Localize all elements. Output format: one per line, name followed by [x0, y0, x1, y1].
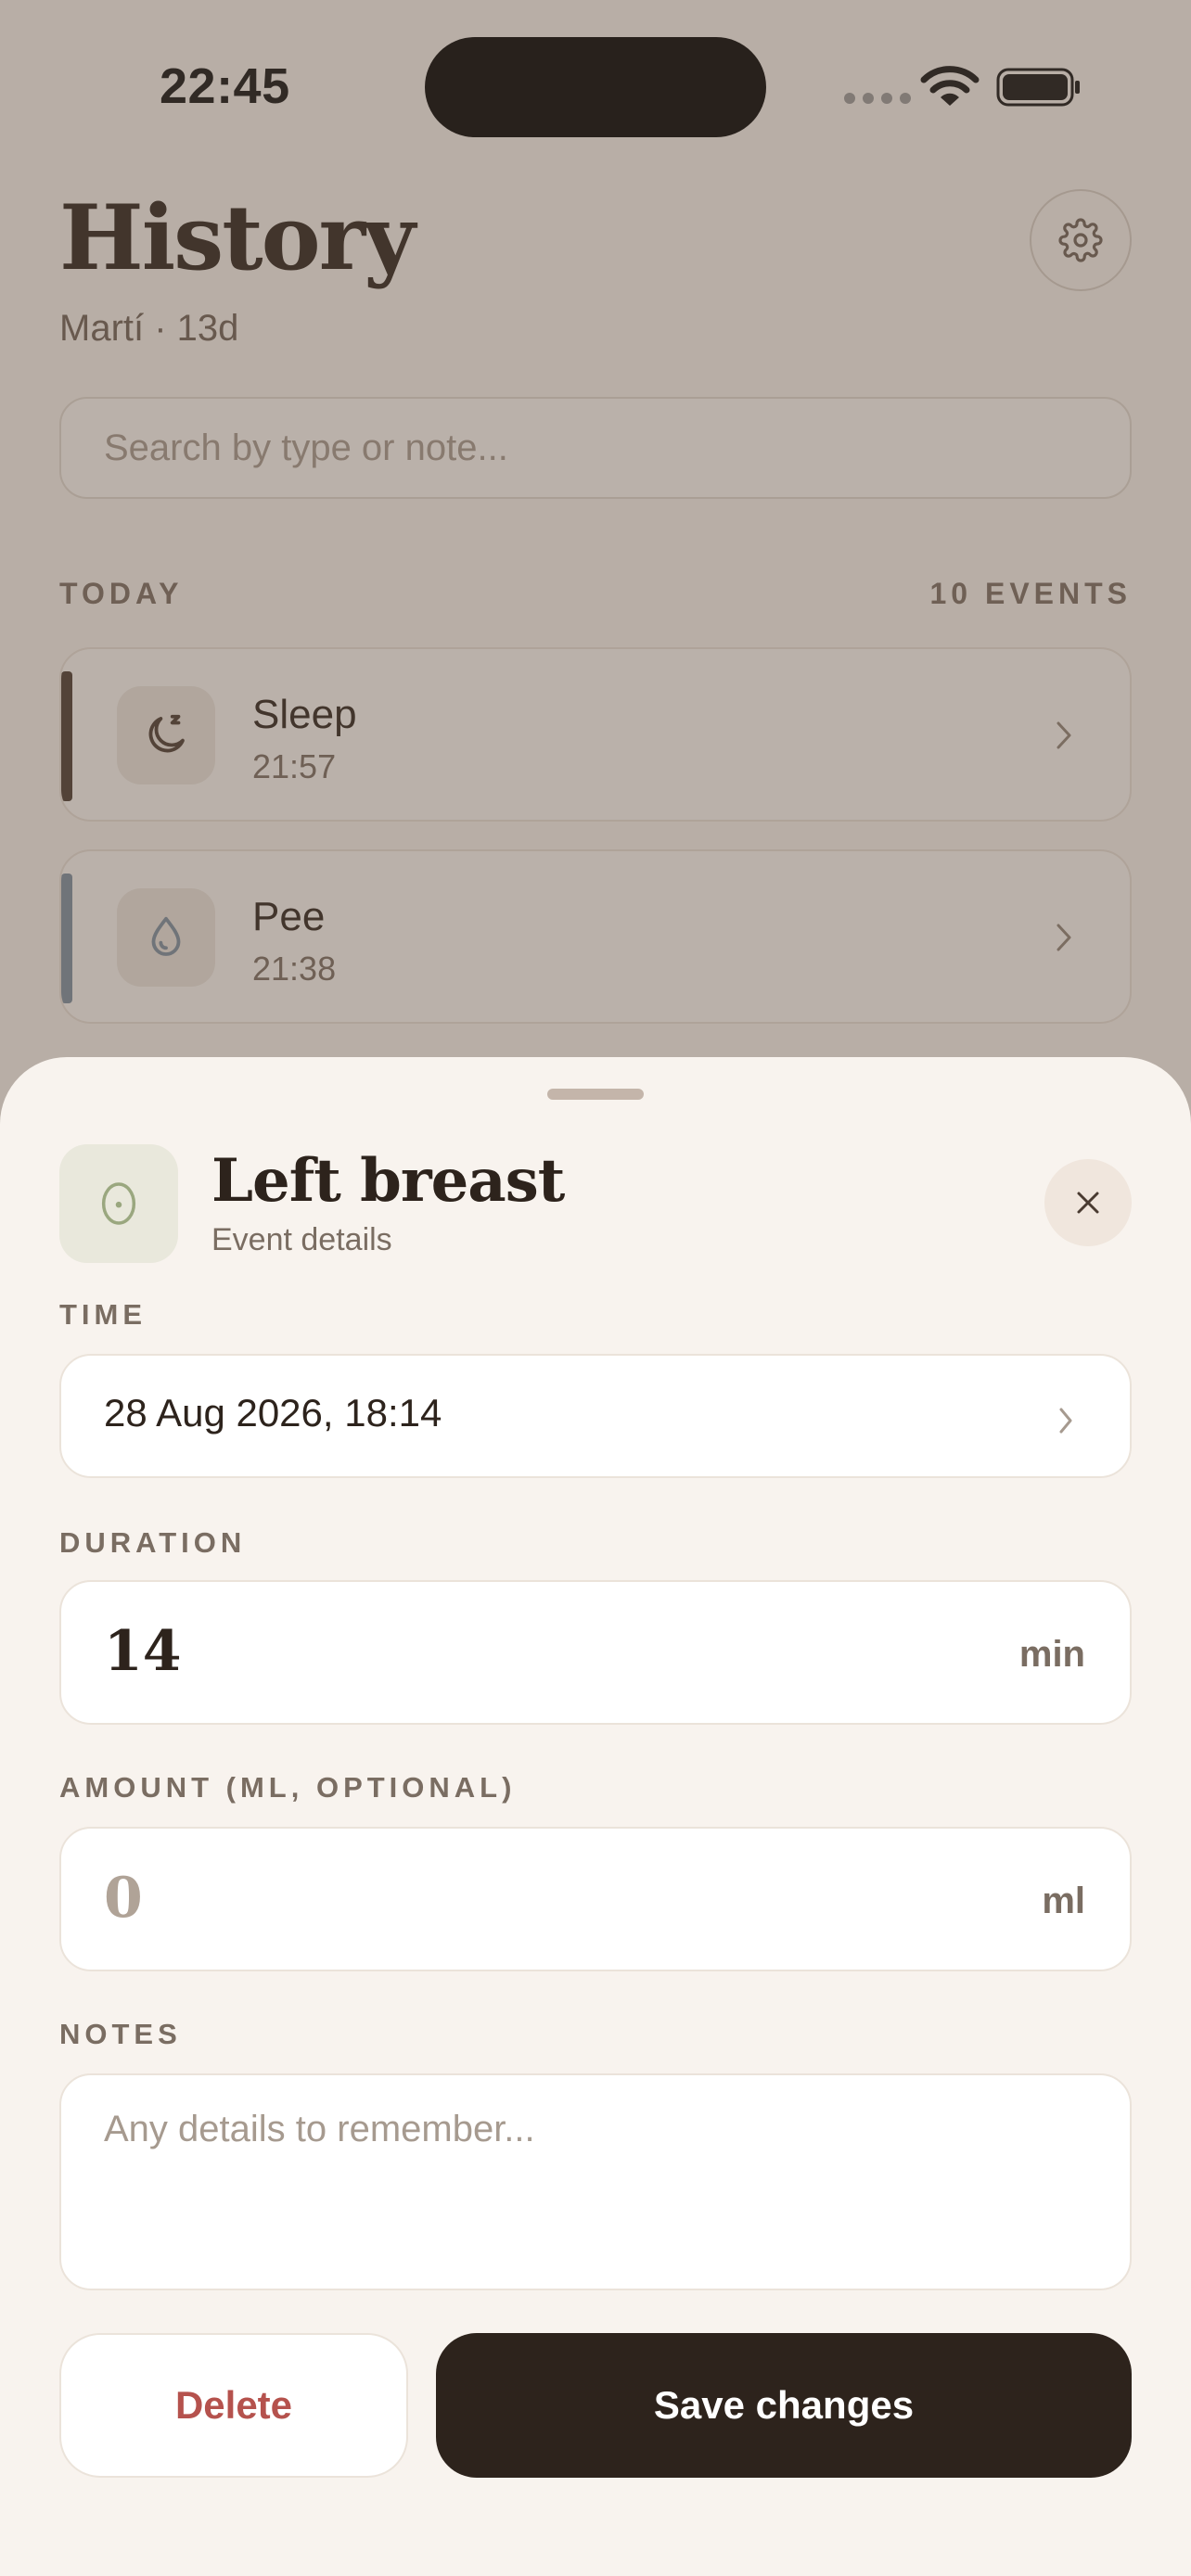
- duration-value: 14: [104, 1619, 182, 1684]
- sheet-subtitle: Event details: [211, 1222, 392, 1257]
- close-icon: [1077, 1192, 1099, 1214]
- notes-label: NOTES: [59, 2018, 182, 2050]
- sheet-title: Left breast: [211, 1146, 565, 1216]
- duration-input[interactable]: 14 min: [59, 1580, 1132, 1725]
- close-button[interactable]: [1044, 1159, 1132, 1246]
- time-picker[interactable]: 28 Aug 2026, 18:14: [59, 1354, 1132, 1478]
- amount-label: AMOUNT (ML, OPTIONAL): [59, 1771, 517, 1804]
- save-changes-button[interactable]: Save changes: [436, 2333, 1132, 2478]
- time-label: TIME: [59, 1298, 147, 1331]
- duration-unit: min: [1018, 1634, 1085, 1675]
- event-details-sheet: Left breast Event details TIME 28 Aug 20…: [0, 1057, 1191, 2576]
- amount-unit: ml: [1042, 1881, 1085, 1921]
- duration-label: DURATION: [59, 1526, 247, 1559]
- sheet-grabber[interactable]: [547, 1089, 644, 1100]
- delete-button[interactable]: Delete: [59, 2333, 408, 2478]
- time-value: 28 Aug 2026, 18:14: [104, 1391, 442, 1435]
- notes-textarea[interactable]: Any details to remember...: [59, 2073, 1132, 2290]
- amount-input[interactable]: 0 ml: [59, 1827, 1132, 1971]
- notes-placeholder: Any details to remember...: [104, 2109, 535, 2149]
- breast-icon: [101, 1182, 136, 1225]
- event-type-tile: [59, 1144, 178, 1263]
- chevron-right-icon: [1059, 1408, 1072, 1434]
- amount-value: 0: [104, 1866, 143, 1931]
